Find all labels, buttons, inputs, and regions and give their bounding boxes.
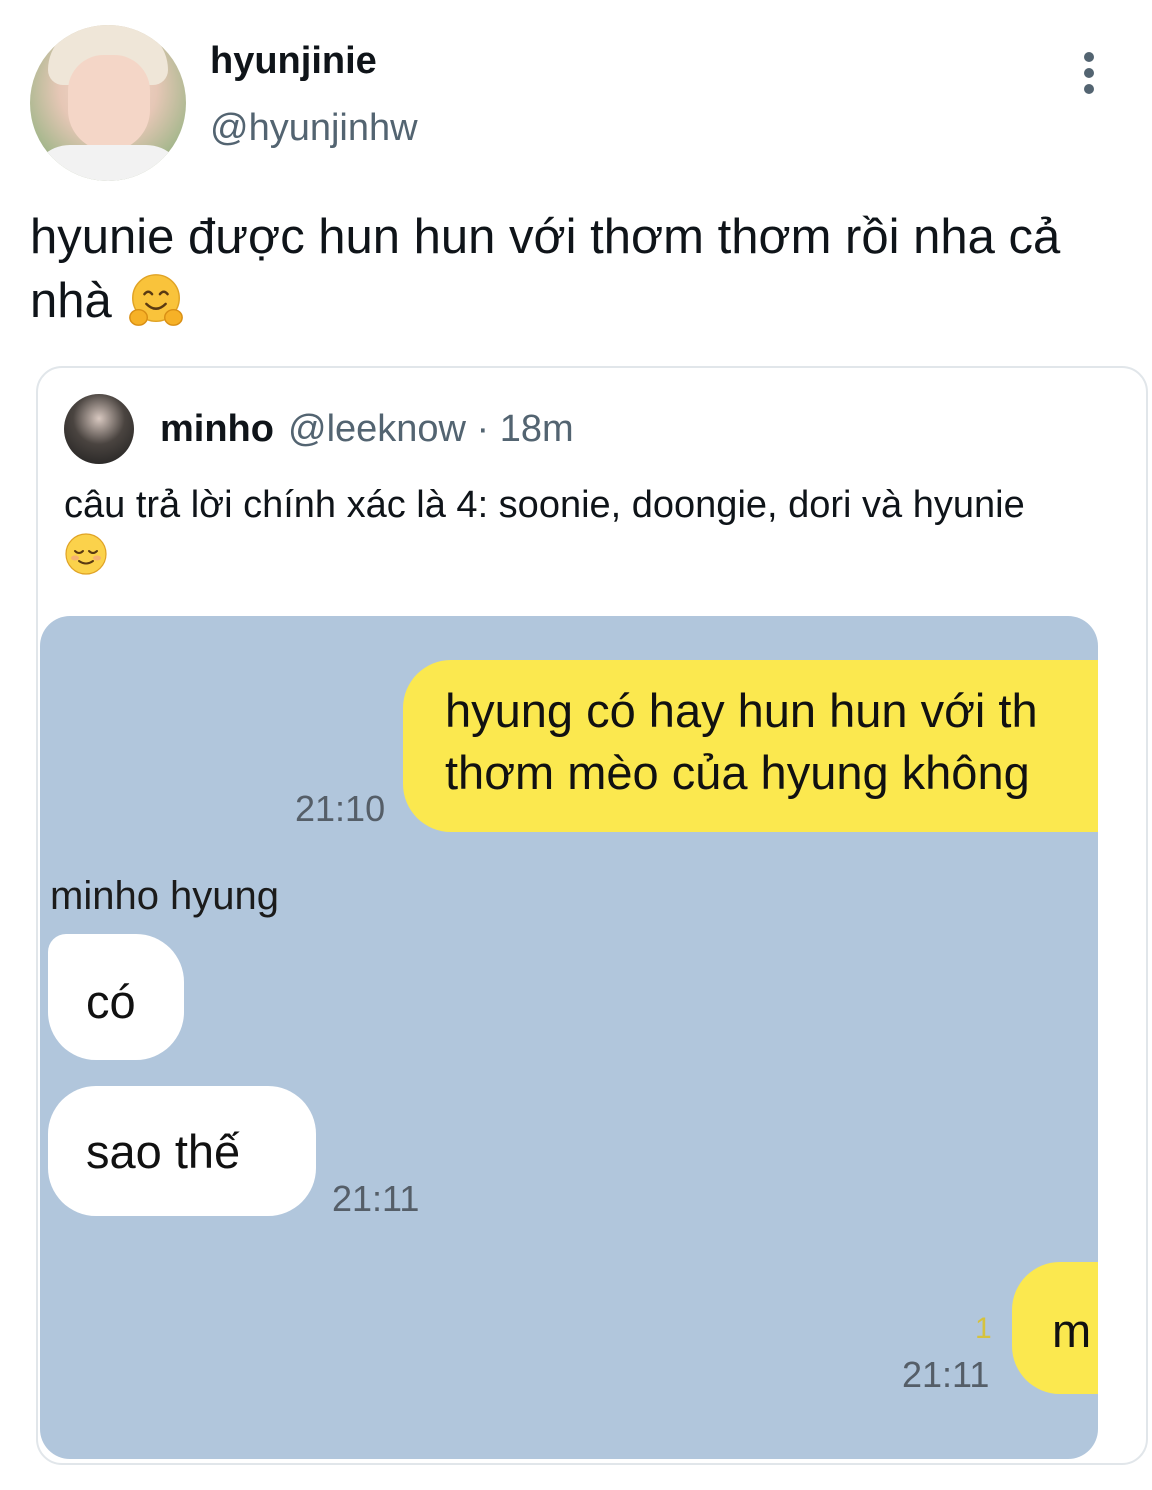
relieved-face-icon: [65, 533, 107, 575]
author-display-name[interactable]: hyunjinie: [210, 40, 377, 83]
outgoing-message-bubble: m: [1012, 1262, 1098, 1394]
quoted-tweet-text: câu trả lời chính xác là 4: soonie, doon…: [64, 480, 1064, 580]
quoted-author-name: minho: [160, 408, 274, 450]
author-avatar[interactable]: [30, 25, 186, 181]
message-timestamp: 21:10: [295, 788, 386, 829]
author-handle[interactable]: @hyunjinhw: [210, 107, 418, 150]
unread-count: 1: [975, 1312, 992, 1345]
message-timestamp: 21:11: [332, 1178, 420, 1219]
hugging-face-icon: [129, 274, 184, 326]
tweet-body: hyunie được hun hun với thơm thơm rồi nh…: [30, 205, 1140, 335]
chat-sender-name: minho hyung: [50, 874, 280, 918]
quoted-text: câu trả lời chính xác là 4: soonie, doon…: [64, 484, 1025, 526]
outgoing-message-bubble: hyung có hay hun hun với th thơm mèo của…: [403, 660, 1098, 832]
incoming-message-bubble: có: [48, 934, 184, 1060]
more-options-icon[interactable]: [1073, 52, 1105, 100]
outgoing-message-line2: thơm mèo của hyung không: [445, 746, 1030, 799]
avatar-face: [68, 55, 150, 151]
avatar-shirt: [30, 145, 186, 181]
outgoing-message-line1: hyung có hay hun hun với th: [445, 684, 1038, 737]
incoming-message-bubble: sao thế: [48, 1086, 316, 1216]
chat-screenshot-image[interactable]: hyung có hay hun hun với th thơm mèo của…: [40, 616, 1098, 1459]
quoted-tweet-card[interactable]: minho @leeknow · 18m câu trả lời chính x…: [36, 366, 1148, 1465]
quoted-author-avatar[interactable]: [64, 394, 134, 464]
quoted-author-meta: @leeknow · 18m: [288, 408, 574, 450]
message-timestamp: 21:11: [902, 1354, 990, 1395]
